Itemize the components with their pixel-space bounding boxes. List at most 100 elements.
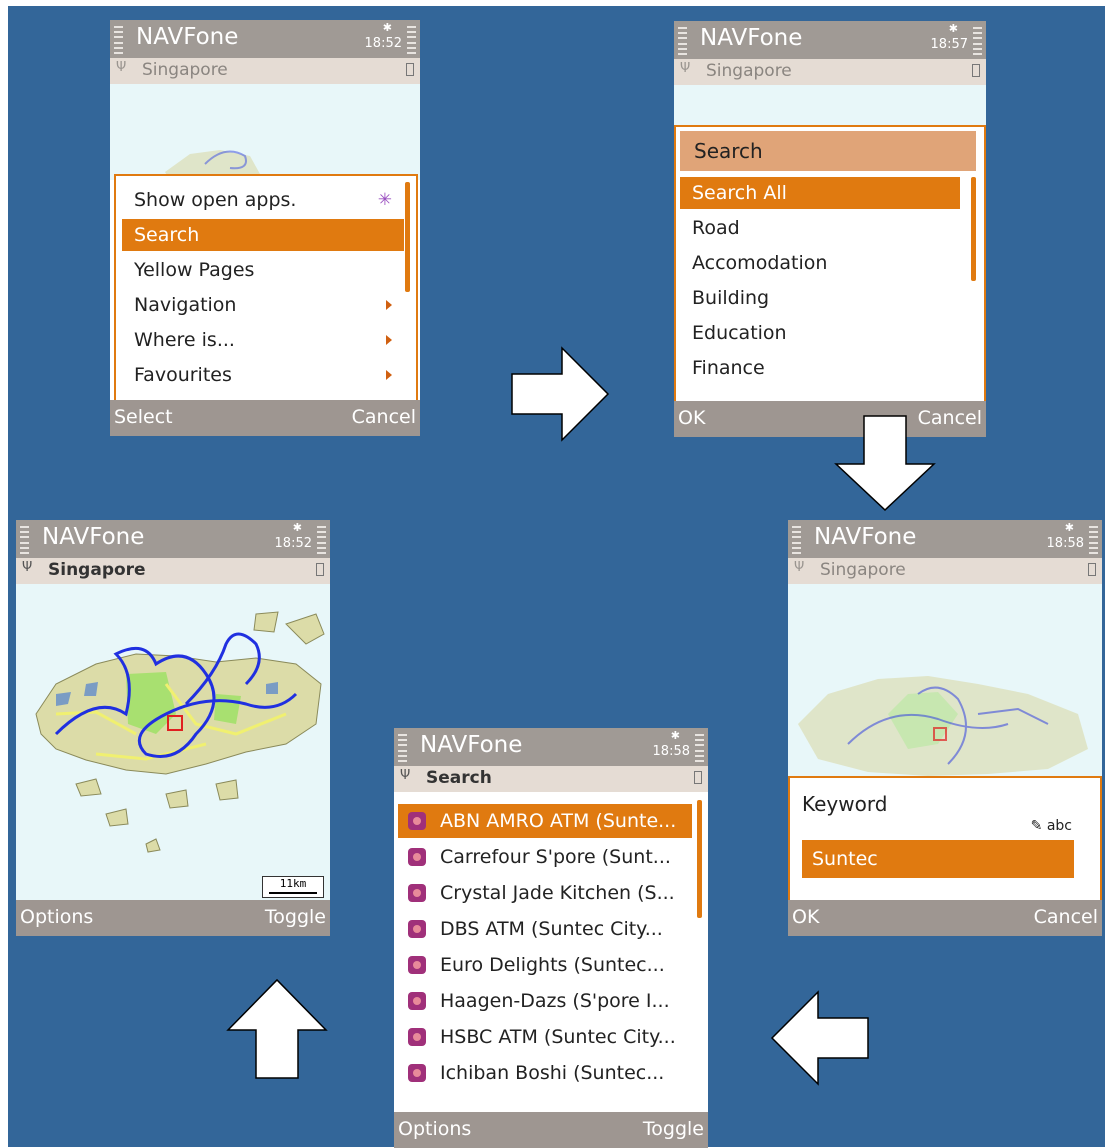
keyword-dialog: Keyword ✎ abc Suntec <box>788 776 1102 902</box>
result-item[interactable]: Ichiban Boshi (Suntec... <box>398 1056 692 1090</box>
antenna-icon: Ψ <box>22 560 33 575</box>
menu-item-show-open-apps[interactable]: Show open apps. ✳ <box>122 184 406 216</box>
battery-level-icon <box>317 526 326 554</box>
map-view <box>674 85 986 125</box>
poi-icon <box>408 848 426 866</box>
menu-item-favourites[interactable]: Favourites <box>122 359 406 391</box>
poi-icon <box>408 1028 426 1046</box>
app-title: NAVFone <box>700 25 803 51</box>
title-bar: NAVFone ✱ 18:52 <box>110 20 420 58</box>
status-bar: Ψ Singapore <box>674 59 986 85</box>
result-label: ABN AMRO ATM (Sunte... <box>440 810 677 832</box>
options-softkey[interactable]: Options <box>20 906 93 928</box>
ok-softkey[interactable]: OK <box>792 906 819 928</box>
arrow-up-icon <box>226 978 328 1079</box>
menu-item-label: Search <box>134 224 200 246</box>
location-label: Singapore <box>706 61 792 81</box>
arrow-left-icon <box>770 990 869 1086</box>
softkey-bar: Options Toggle <box>394 1112 708 1148</box>
signal-strength-icon <box>792 526 801 554</box>
result-item[interactable]: DBS ATM (Suntec City... <box>398 912 692 946</box>
task-switch-icon: ✳ <box>377 190 392 210</box>
map-screen: NAVFone ✱ 18:52 Ψ Singapore 11km Options… <box>16 520 330 936</box>
battery-icon <box>694 771 702 784</box>
select-softkey[interactable]: Select <box>114 406 173 428</box>
antenna-icon: Ψ <box>794 560 805 575</box>
keyword-input[interactable]: Suntec <box>802 840 1074 878</box>
clock: 18:58 <box>652 744 690 759</box>
map-image <box>798 676 1088 776</box>
app-title: NAVFone <box>814 524 917 550</box>
toggle-softkey[interactable]: Toggle <box>643 1118 704 1140</box>
menu-screen: NAVFone ✱ 18:52 Ψ Singapore Show open ap… <box>110 20 420 436</box>
result-item[interactable]: HSBC ATM (Suntec City... <box>398 1020 692 1054</box>
battery-level-icon <box>695 734 704 762</box>
category-scrollbar[interactable] <box>971 177 976 281</box>
battery-level-icon <box>973 27 982 55</box>
bluetooth-icon: ✱ <box>670 729 680 742</box>
result-item[interactable]: ABN AMRO ATM (Sunte... <box>398 804 692 838</box>
antenna-icon: Ψ <box>680 61 691 76</box>
result-item[interactable]: Carrefour S'pore (Sunt... <box>398 840 692 874</box>
softkey-bar: Options Toggle <box>16 900 330 936</box>
submenu-arrow-icon <box>386 335 392 345</box>
menu-item-where-is[interactable]: Where is... <box>122 324 406 356</box>
menu-item-navigation[interactable]: Navigation <box>122 289 406 321</box>
title-bar: NAVFone ✱ 18:52 <box>16 520 330 558</box>
result-label: Crystal Jade Kitchen (S... <box>440 882 675 904</box>
signal-strength-icon <box>678 27 687 55</box>
arrow-down-icon <box>834 415 936 512</box>
input-mode-indicator: ✎ abc <box>1031 818 1072 834</box>
input-mode-label: abc <box>1046 818 1072 834</box>
category-search-all[interactable]: Search All <box>680 177 960 209</box>
signal-strength-icon <box>114 26 123 54</box>
category-education[interactable]: Education <box>680 317 960 349</box>
cancel-softkey[interactable]: Cancel <box>1034 906 1098 928</box>
map-fragment <box>165 150 260 180</box>
cancel-softkey[interactable]: Cancel <box>352 406 416 428</box>
app-title: NAVFone <box>420 732 523 758</box>
category-accomodation[interactable]: Accomodation <box>680 247 960 279</box>
clock: 18:52 <box>274 536 312 551</box>
poi-icon <box>408 812 426 830</box>
keyword-screen: NAVFone ✱ 18:58 Ψ Singapore Keyword ✎ ab… <box>788 520 1102 936</box>
menu-item-search[interactable]: Search <box>122 219 404 251</box>
keyword-label: Keyword <box>802 792 888 816</box>
options-softkey[interactable]: Options <box>398 1118 471 1140</box>
category-building[interactable]: Building <box>680 282 960 314</box>
result-item[interactable]: Euro Delights (Suntec... <box>398 948 692 982</box>
status-bar: Ψ Singapore <box>788 558 1102 584</box>
result-item[interactable]: Crystal Jade Kitchen (S... <box>398 876 692 910</box>
map-view <box>788 584 1102 784</box>
poi-icon <box>408 920 426 938</box>
menu-item-label: Favourites <box>134 364 232 386</box>
submenu-arrow-icon <box>386 370 392 380</box>
title-bar: NAVFone ✱ 18:58 <box>394 728 708 766</box>
poi-icon <box>408 956 426 974</box>
map-view[interactable]: 11km <box>16 584 330 900</box>
ok-softkey[interactable]: OK <box>678 407 705 429</box>
arrow-right-icon <box>511 346 610 442</box>
battery-icon <box>316 563 324 576</box>
workflow-canvas: NAVFone ✱ 18:52 Ψ Singapore Show open ap… <box>8 6 1105 1148</box>
clock: 18:52 <box>364 36 402 51</box>
app-title: NAVFone <box>136 24 239 50</box>
category-screen: NAVFone ✱ 18:57 Ψ Singapore Search Searc… <box>674 21 986 437</box>
map-view <box>110 84 420 180</box>
menu-scrollbar[interactable] <box>405 182 410 292</box>
battery-icon <box>972 64 980 77</box>
menu-item-yellow-pages[interactable]: Yellow Pages <box>122 254 406 286</box>
category-road[interactable]: Road <box>680 212 960 244</box>
results-screen: NAVFone ✱ 18:58 Ψ Search ABN AMRO ATM (S… <box>394 728 708 1148</box>
results-scrollbar[interactable] <box>697 800 702 918</box>
category-finance[interactable]: Finance <box>680 352 960 384</box>
poi-icon <box>408 884 426 902</box>
menu-item-label: Where is... <box>134 329 235 351</box>
toggle-softkey[interactable]: Toggle <box>265 906 326 928</box>
softkey-bar: OK Cancel <box>674 401 986 437</box>
result-item[interactable]: Haagen-Dazs (S'pore I... <box>398 984 692 1018</box>
softkey-bar: OK Cancel <box>788 900 1102 936</box>
scale-label: 11km <box>279 877 307 890</box>
result-label: DBS ATM (Suntec City... <box>440 918 663 940</box>
signal-strength-icon <box>398 734 407 762</box>
